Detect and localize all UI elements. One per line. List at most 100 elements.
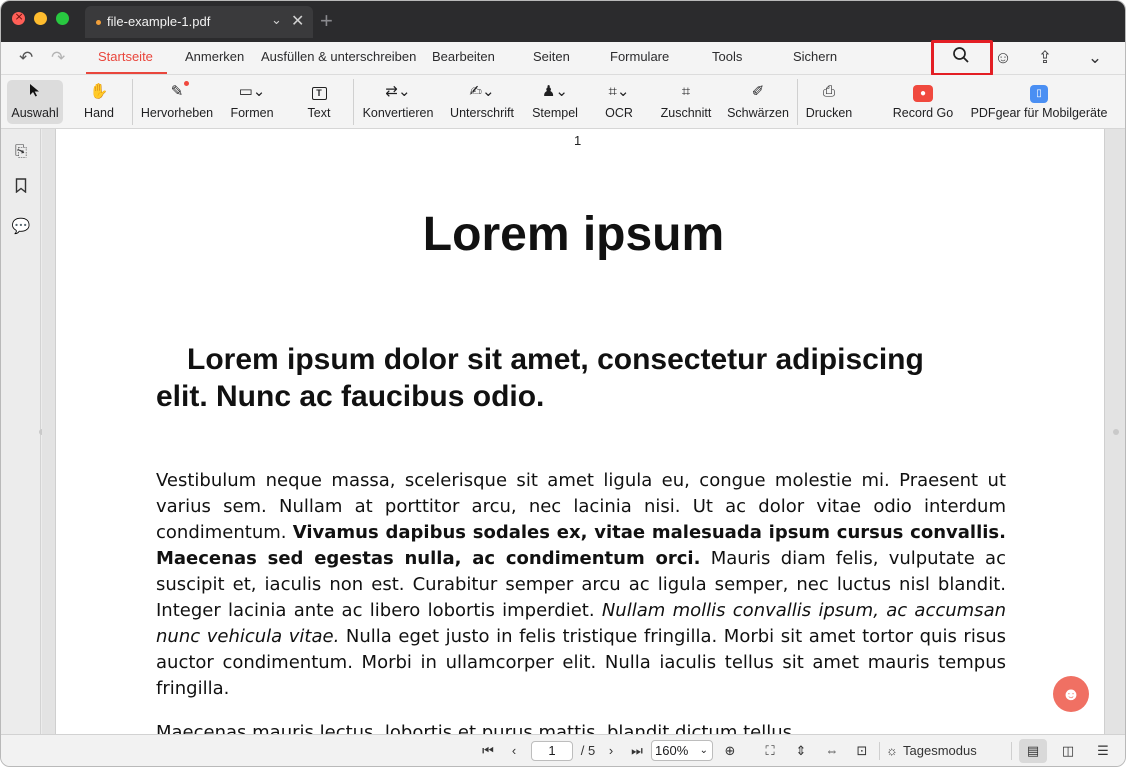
previous-page-icon[interactable]: ‹: [505, 741, 523, 761]
actual-size-icon[interactable]: ⊡: [852, 741, 872, 761]
tab-sichern[interactable]: Sichern: [793, 49, 837, 64]
highlighter-icon: ✎: [170, 83, 184, 100]
redo-icon[interactable]: ↷: [51, 48, 65, 68]
page-number-input[interactable]: 1: [531, 741, 573, 761]
tab-startseite[interactable]: Startseite: [98, 49, 153, 64]
tool-text[interactable]: T Text: [291, 75, 347, 129]
sun-icon: ☼: [886, 743, 898, 758]
tool-label: Auswahl: [11, 106, 59, 120]
record-badge: ●: [913, 85, 933, 102]
single-page-view-icon[interactable]: ▤: [1019, 739, 1047, 763]
tool-label: Drucken: [805, 106, 853, 120]
two-page-view-icon[interactable]: ◫: [1054, 739, 1082, 763]
tool-hand[interactable]: ✋ Hand: [71, 75, 127, 129]
body-paragraph-2: Maecenas mauris lectus, lobortis et puru…: [156, 722, 798, 734]
tool-label: PDFgear für Mobilgeräte: [970, 106, 1108, 120]
tool-label: Unterschrift: [450, 106, 514, 120]
record-icon: ●: [889, 83, 957, 102]
chevron-down-icon[interactable]: ⌄: [271, 12, 282, 28]
document-tab[interactable]: file-example-1.pdf ⌄ ✕: [85, 6, 313, 38]
tool-label: Record Go: [892, 106, 954, 120]
app-window: file-example-1.pdf ⌄ ✕ + ↶ ↷ Startseite …: [0, 0, 1126, 767]
title-bar: file-example-1.pdf ⌄ ✕ +: [1, 1, 1125, 42]
fit-page-icon[interactable]: ⛶: [760, 741, 780, 761]
ai-assistant-icon[interactable]: ☺: [991, 46, 1015, 70]
tool-label: Hervorheben: [140, 106, 214, 120]
crop-icon: ⌗: [681, 83, 691, 100]
page-number-label: 1: [574, 133, 582, 148]
tab-formulare[interactable]: Formulare: [610, 49, 669, 64]
printer-icon: ⎙: [822, 83, 835, 100]
bookmark-icon[interactable]: [10, 178, 32, 200]
tool-label: Schwärzen: [727, 106, 789, 120]
zoom-select[interactable]: 160% ⌄: [651, 740, 713, 761]
new-tab-plus-icon[interactable]: +: [320, 8, 333, 34]
new-feature-dot: [184, 81, 189, 86]
tool-label: Hand: [84, 106, 114, 120]
share-icon[interactable]: ⇪: [1033, 46, 1057, 70]
tool-hervorheben[interactable]: ✎ Hervorheben: [137, 75, 217, 129]
tab-anmerken[interactable]: Anmerken: [185, 49, 244, 64]
tool-stempel[interactable]: ♟⌄ Stempel: [527, 75, 583, 129]
mobile-badge: ▯: [1030, 85, 1048, 103]
toolbar-divider: [797, 79, 798, 125]
chevron-down-icon[interactable]: ⌄: [1083, 46, 1107, 70]
document-subtitle: Lorem ipsum dolor sit amet, consectetur …: [156, 343, 924, 413]
continuous-scroll-view-icon[interactable]: ☰: [1089, 739, 1117, 763]
tool-konvertieren[interactable]: ⇄⌄ Konvertieren: [359, 75, 437, 129]
tool-label: Stempel: [532, 106, 578, 120]
comments-icon[interactable]: 💬: [10, 216, 32, 238]
tool-schwaerzen[interactable]: ✐ Schwärzen: [725, 75, 791, 129]
tool-zuschnitt[interactable]: ⌗ Zuschnitt: [655, 75, 717, 129]
undo-icon[interactable]: ↶: [19, 48, 33, 68]
tab-ausfuellen-unterschreiben[interactable]: Ausfüllen & unterschreiben: [261, 49, 416, 64]
right-panel-resize-handle[interactable]: [1113, 429, 1119, 435]
day-mode-toggle[interactable]: Tagesmodus: [903, 741, 983, 761]
toolbar-divider: [132, 79, 133, 125]
tool-auswahl[interactable]: Auswahl: [7, 75, 63, 129]
status-bar: ⏮ ‹ 1 / 5 › ⏭ 160% ⌄ ⊕ ⛶ ⇕ ⇔ ⊡ ☼ Tagesmo…: [1, 734, 1125, 766]
body-paragraph: Vestibulum neque massa, scelerisque sit …: [156, 468, 1006, 702]
ai-assistant-bot-icon[interactable]: ☻: [1053, 676, 1089, 712]
statusbar-divider: [1011, 742, 1012, 760]
fit-height-icon[interactable]: ⇕: [791, 741, 811, 761]
close-window-button[interactable]: [12, 10, 25, 25]
first-page-icon[interactable]: ⏮: [479, 741, 497, 761]
tab-bearbeiten[interactable]: Bearbeiten: [432, 49, 495, 64]
main-toolbar: Auswahl ✋ Hand ✎ Hervorheben ▭⌄ Formen T…: [1, 75, 1125, 129]
convert-icon: ⇄⌄: [385, 83, 411, 100]
redact-icon: ✐: [751, 83, 765, 100]
document-title: Lorem ipsum: [422, 208, 725, 261]
tab-tools[interactable]: Tools: [712, 49, 742, 64]
pdf-page: Lorem ipsum Lorem ipsum dolor sit amet, …: [56, 129, 1104, 734]
minimize-window-button[interactable]: [34, 12, 47, 25]
tool-formen[interactable]: ▭⌄ Formen: [223, 75, 281, 129]
zoom-window-button[interactable]: [56, 12, 69, 25]
tool-label: Text: [307, 106, 331, 120]
tab-seiten[interactable]: Seiten: [533, 49, 570, 64]
tool-record-go[interactable]: ● Record Go: [889, 75, 957, 129]
total-pages-label: / 5: [580, 743, 596, 758]
zoom-in-icon[interactable]: ⊕: [720, 741, 740, 761]
tool-pdfgear-mobil[interactable]: ▯ PDFgear für Mobilgeräte: [965, 75, 1113, 129]
statusbar-divider: [879, 742, 880, 760]
document-viewer[interactable]: Lorem ipsum Lorem ipsum dolor sit amet, …: [42, 129, 1125, 734]
text-box-icon: T: [291, 83, 347, 101]
left-sidebar: ⎘ 💬: [1, 129, 45, 734]
toolbar-divider: [353, 79, 354, 125]
mobile-device-icon: ▯: [965, 83, 1113, 103]
next-page-icon[interactable]: ›: [602, 741, 620, 761]
last-page-icon[interactable]: ⏭: [627, 741, 647, 761]
fit-width-icon[interactable]: ⇔: [822, 741, 842, 761]
tool-label: Konvertieren: [362, 106, 434, 120]
page-thumbnails-icon[interactable]: ⎘: [10, 141, 32, 163]
tool-label: Formen: [230, 106, 274, 120]
hand-icon: ✋: [89, 83, 109, 100]
tool-drucken[interactable]: ⎙ Drucken: [803, 75, 855, 129]
close-tab-icon[interactable]: ✕: [291, 11, 304, 31]
search-button-highlight: [931, 40, 993, 76]
tool-ocr[interactable]: ⌗⌄ OCR: [593, 75, 645, 129]
tool-unterschrift[interactable]: ✍⌄ Unterschrift: [445, 75, 519, 129]
tool-label: OCR: [605, 106, 633, 120]
stamp-icon: ♟⌄: [541, 83, 568, 100]
